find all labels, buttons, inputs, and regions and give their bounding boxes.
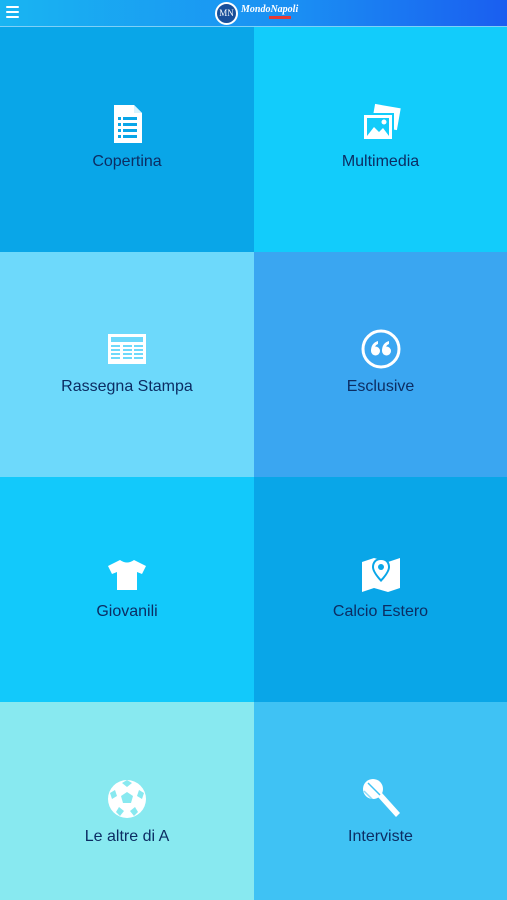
tile-label: Copertina [92, 153, 162, 170]
tile-label: Esclusive [346, 378, 415, 395]
soccer-ball-icon [105, 777, 149, 821]
newspaper-icon [105, 327, 149, 371]
document-icon [105, 102, 149, 146]
tile-label: Rassegna Stampa [61, 378, 193, 395]
tile-calcio-estero[interactable]: Calcio Estero [254, 477, 507, 702]
tile-le-altre-di-a[interactable]: Le altre di A [0, 702, 254, 900]
tile-copertina[interactable]: Copertina [0, 27, 254, 252]
quote-icon [359, 327, 403, 371]
tile-giovanili[interactable]: Giovanili [0, 477, 254, 702]
tile-label: Interviste [348, 828, 413, 845]
tshirt-icon [105, 552, 149, 596]
microphone-icon [359, 777, 403, 821]
tile-interviste[interactable]: Interviste [254, 702, 507, 900]
logo-underline [269, 16, 291, 19]
tile-multimedia[interactable]: Multimedia [254, 27, 507, 252]
hamburger-icon[interactable] [6, 6, 20, 20]
logo-badge: MN [215, 2, 238, 25]
map-pin-icon [359, 552, 403, 596]
tile-label: Giovanili [96, 603, 158, 620]
tile-label: Multimedia [341, 153, 420, 170]
tile-esclusive[interactable]: Esclusive [254, 252, 507, 477]
tile-label: Le altre di A [84, 828, 170, 845]
tile-rassegna-stampa[interactable]: Rassegna Stampa [0, 252, 254, 477]
category-grid: Copertina Multimedia Rassegna Stampa Esc… [0, 27, 507, 900]
app-logo[interactable]: MN MondoNapoli [215, 2, 299, 25]
top-bar: MN MondoNapoli [0, 0, 507, 27]
app-root: MN MondoNapoli Copertina Multimedia Rass… [0, 0, 507, 900]
tile-label: Calcio Estero [332, 603, 429, 620]
logo-name: MondoNapoli [241, 4, 299, 15]
photos-icon [359, 102, 403, 146]
